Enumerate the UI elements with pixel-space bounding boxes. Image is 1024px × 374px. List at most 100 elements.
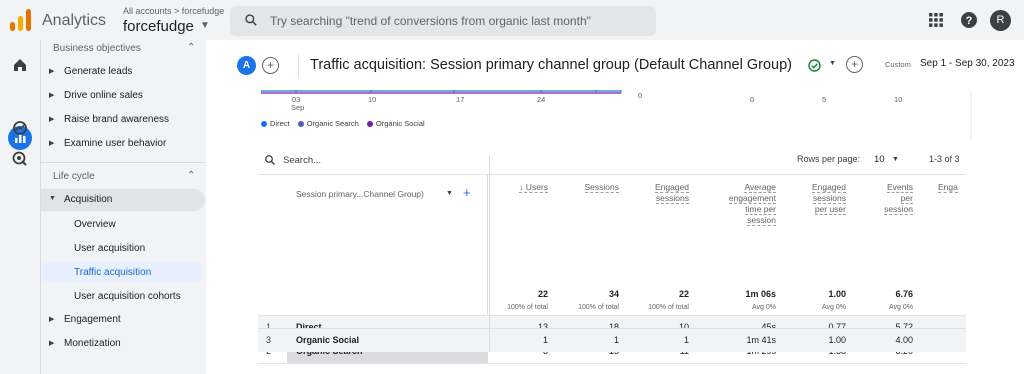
right-chart-tick: 10 [894,95,902,104]
sidebar-item-acquisition[interactable]: ▼ Acquisition [41,189,207,211]
rows-per-page-label: Rows per page: [797,154,861,164]
table-search-input[interactable] [283,153,483,167]
expand-arrow-icon: ▶ [49,316,55,323]
expand-arrow-icon: ▶ [49,92,55,99]
sidebar-item-raise-brand-awareness[interactable]: ▶ Raise brand awareness [41,109,207,131]
app-name: Analytics [42,12,107,29]
cell-events-per-session: 4.00 [895,335,913,345]
column-header-avg-engagement-time[interactable]: Average engagement time per session [706,182,776,226]
total-avg-engagement-time: 1m 06s [745,289,776,299]
check-circle-icon[interactable] [808,59,821,72]
title-caret-icon[interactable]: ▼ [829,60,836,67]
search-input[interactable] [270,13,650,29]
date-range-selector[interactable]: Sep 1 - Sep 30, 2023 [920,58,1015,69]
header-top-rule [258,174,966,175]
expand-arrow-icon: ▶ [49,340,55,347]
top-bar: Analytics All accounts > forcefudge forc… [0,0,1024,40]
cell-sessions: 1 [613,335,619,345]
expand-arrow-icon: ▶ [49,68,55,75]
column-header-sessions[interactable]: Sessions [559,182,619,193]
x-tick-label: 17 [456,95,464,104]
right-chart-tick: 0 [750,95,754,104]
header-divider [298,55,299,77]
sidebar-item-monetization[interactable]: ▶ Monetization [41,333,207,355]
sidebar-item-generate-leads[interactable]: ▶ Generate leads [41,61,207,83]
legend-item-organic-search[interactable]: Organic Search [297,119,359,128]
page-title: Traffic acquisition: Session primary cha… [310,57,792,73]
sidebar-item-traffic-acquisition[interactable]: Traffic acquisition [74,267,151,278]
sidebar-item-user-acquisition-cohorts[interactable]: User acquisition cohorts [74,291,181,302]
total-events-per-session: 6.76 [895,289,913,299]
chart-strip: 03 Sep 10 17 24 0 0 5 10 [206,90,1024,140]
pagination-info: 1-3 of 3 [929,154,960,164]
right-chart-tick: 5 [822,95,826,104]
cell-engaged-sessions: 1 [683,335,689,345]
total-users: 22 [537,289,548,299]
search-bar[interactable] [230,6,656,36]
customize-report-button[interactable]: + [846,56,863,73]
apps-grid-icon[interactable] [929,13,943,27]
total-engaged-sessions-sub: 100% of total [648,304,689,311]
line-chart-fragment: 03 Sep 10 17 24 0 0 5 10 [261,90,972,140]
right-chart-tick: 0 [638,91,642,100]
legend-item-organic-social[interactable]: Organic Social [366,119,425,128]
help-icon[interactable]: ? [961,12,977,28]
total-engaged-sessions: 22 [678,289,689,299]
sidebar-item-user-acquisition[interactable]: User acquisition [74,243,145,254]
comparison-badge[interactable]: A [237,56,256,75]
sidebar-item-examine-user-behavior[interactable]: ▶ Examine user behavior [41,133,207,155]
add-comparison-button[interactable]: + [262,57,279,74]
collapse-chevron-icon[interactable]: ⌃ [187,170,195,181]
row-index: 3 [266,335,272,345]
total-engaged-sessions-per-user: 1.00 [828,289,846,299]
explore-icon[interactable] [11,119,29,137]
chart-legend: Direct Organic Search Organic Social [261,119,431,128]
add-dimension-button[interactable]: + [463,185,471,200]
sidebar-section-lifecycle: Life cycle [53,171,95,182]
property-selector[interactable]: forcefudge [123,18,194,35]
total-users-sub: 100% of total [507,304,548,311]
x-tick-label: 10 [368,95,376,104]
x-tick-label: 24 [537,95,545,104]
column-header-engaged-sessions-per-user[interactable]: Engaged sessions per user [786,182,846,215]
table-search-icon [265,155,275,165]
total-events-per-session-sub: Avg 0% [889,304,913,311]
column-header-users[interactable]: ↓ Users [488,182,548,193]
sidebar-item-overview[interactable]: Overview [74,219,116,230]
column-header-events-per-session[interactable]: Events per session [853,182,913,215]
column-header-engaged-sessions[interactable]: Engaged sessions [629,182,689,204]
collapse-chevron-icon[interactable]: ⌃ [187,42,195,53]
table-row[interactable]: 3 Organic Social 1 1 1 1m 41s 1.00 4.00 [258,328,966,352]
legend-item-direct[interactable]: Direct [261,119,290,128]
dimension-column-header[interactable]: Session primary...Channel Group) [296,189,424,199]
property-caret-icon[interactable]: ▼ [200,20,210,31]
rows-per-page-caret-icon[interactable]: ▼ [892,156,899,163]
expand-arrow-icon: ▶ [49,116,55,123]
sidebar-item-drive-online-sales[interactable]: ▶ Drive online sales [41,85,207,107]
expand-arrow-icon: ▶ [49,140,55,147]
cell-engaged-sessions-per-user: 1.00 [828,335,846,345]
report-header: A + Traffic acquisition: Session primary… [206,40,1024,90]
rows-per-page-select[interactable]: 10 [874,154,885,165]
dimension-caret-icon[interactable]: ▼ [446,190,453,197]
advertising-icon[interactable] [11,150,29,168]
analytics-logo-icon[interactable] [10,9,32,31]
reports-sidebar: Business objectives ⌃ ▶ Generate leads ▶ D… [40,40,207,374]
home-icon[interactable] [11,56,29,74]
total-engaged-sessions-per-user-sub: Avg 0% [822,304,846,311]
nav-rail [0,40,40,374]
legend-dot [366,121,373,128]
account-breadcrumb[interactable]: All accounts > forcefudge [123,6,224,16]
total-sessions-sub: 100% of total [578,304,619,311]
avatar[interactable]: R [990,10,1011,31]
sidebar-divider [41,162,207,163]
table-row-rule [258,363,966,364]
column-header-engagement-rate-truncated[interactable]: Enga [938,182,966,193]
sidebar-item-engagement[interactable]: ▶ Engagement [41,309,207,331]
svg-text:?: ? [966,15,973,27]
column-divider-extension [489,156,490,352]
legend-dot [261,121,267,128]
cell-avg-engagement-time: 1m 41s [746,335,776,345]
legend-dot [297,121,304,128]
cell-users: 1 [542,335,548,345]
